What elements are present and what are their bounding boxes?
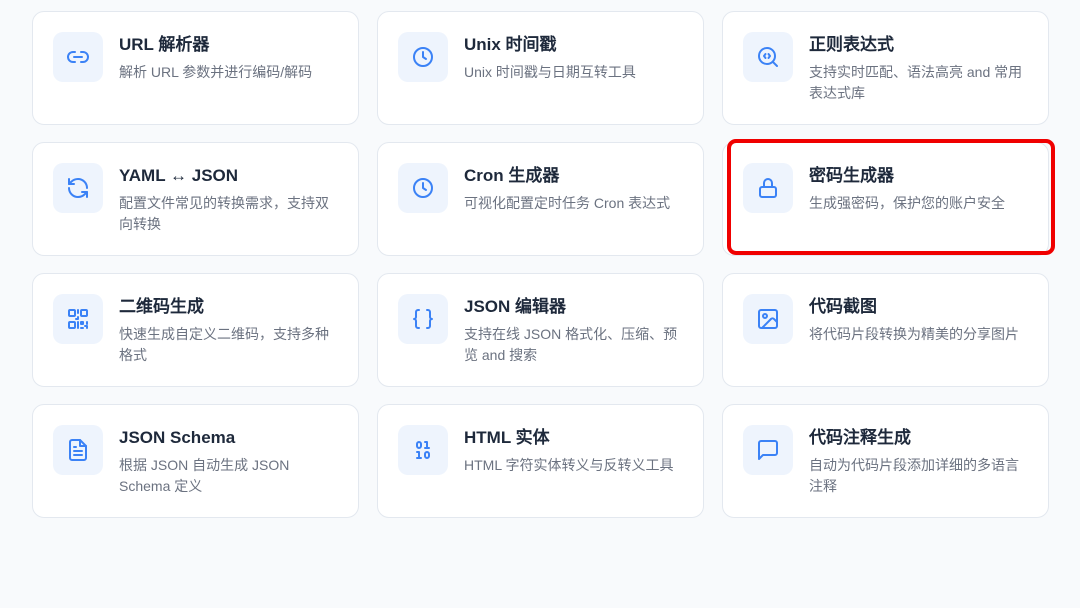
clock-icon xyxy=(398,163,448,213)
tool-grid: URL 解析器 解析 URL 参数并进行编码/解码 Unix 时间戳 Unix … xyxy=(32,11,1049,518)
tool-card-json-editor[interactable]: JSON 编辑器 支持在线 JSON 格式化、压缩、预览 and 搜索 xyxy=(377,273,704,387)
braces-icon xyxy=(398,294,448,344)
tool-card-code-comment[interactable]: 代码注释生成 自动为代码片段添加详细的多语言注释 xyxy=(722,404,1049,518)
tool-description: 生成强密码，保护您的账户安全 xyxy=(809,195,1005,211)
image-icon xyxy=(743,294,793,344)
tool-card-regex[interactable]: 正则表达式 支持实时匹配、语法高亮 and 常用表达式库 xyxy=(722,11,1049,125)
tool-card-password[interactable]: 密码生成器 生成强密码，保护您的账户安全 xyxy=(722,142,1049,256)
binary-icon xyxy=(398,425,448,475)
tool-description: 解析 URL 参数并进行编码/解码 xyxy=(119,64,313,80)
tool-title: HTML 实体 xyxy=(464,428,550,447)
tool-title: 密码生成器 xyxy=(809,166,894,185)
tool-description: Unix 时间戳与日期互转工具 xyxy=(464,64,636,80)
file-text-icon xyxy=(53,425,103,475)
tool-description: 自动为代码片段添加详细的多语言注释 xyxy=(809,457,1019,494)
tool-card-cron[interactable]: Cron 生成器 可视化配置定时任务 Cron 表达式 xyxy=(377,142,704,256)
search-code-icon xyxy=(743,32,793,82)
tool-description: 快速生成自定义二维码，支持多种格式 xyxy=(119,326,329,363)
tool-card-unix-timestamp[interactable]: Unix 时间戳 Unix 时间戳与日期互转工具 xyxy=(377,11,704,125)
tool-description: 配置文件常见的转换需求，支持双向转换 xyxy=(119,195,329,232)
tool-description: 根据 JSON 自动生成 JSON Schema 定义 xyxy=(119,457,290,494)
tool-title: 二维码生成 xyxy=(119,297,204,316)
tool-card-code-screenshot[interactable]: 代码截图 将代码片段转换为精美的分享图片 xyxy=(722,273,1049,387)
tool-title: Unix 时间戳 xyxy=(464,35,557,54)
refresh-icon xyxy=(53,163,103,213)
tool-card-yaml-json[interactable]: YAML ↔ JSON 配置文件常见的转换需求，支持双向转换 xyxy=(32,142,359,256)
tool-card-json-schema[interactable]: JSON Schema 根据 JSON 自动生成 JSON Schema 定义 xyxy=(32,404,359,518)
tool-description: 支持实时匹配、语法高亮 and 常用表达式库 xyxy=(809,64,1023,101)
tool-card-url-parser[interactable]: URL 解析器 解析 URL 参数并进行编码/解码 xyxy=(32,11,359,125)
tool-title: 正则表达式 xyxy=(809,35,894,54)
tool-title: Cron 生成器 xyxy=(464,166,560,185)
lock-icon xyxy=(743,163,793,213)
tool-description: 支持在线 JSON 格式化、压缩、预览 and 搜索 xyxy=(464,326,678,363)
tool-title: JSON 编辑器 xyxy=(464,297,567,316)
tool-title: URL 解析器 xyxy=(119,35,210,54)
tool-description: 可视化配置定时任务 Cron 表达式 xyxy=(464,195,671,211)
message-square-icon xyxy=(743,425,793,475)
tool-title: 代码注释生成 xyxy=(809,428,911,447)
tool-card-html-entity[interactable]: HTML 实体 HTML 字符实体转义与反转义工具 xyxy=(377,404,704,518)
tool-card-qrcode[interactable]: 二维码生成 快速生成自定义二维码，支持多种格式 xyxy=(32,273,359,387)
tool-title: 代码截图 xyxy=(809,297,877,316)
tool-description: HTML 字符实体转义与反转义工具 xyxy=(464,457,674,473)
link-icon xyxy=(53,32,103,82)
clock-icon xyxy=(398,32,448,82)
qr-code-icon xyxy=(53,294,103,344)
tool-title: YAML ↔ JSON xyxy=(119,166,239,185)
tool-description: 将代码片段转换为精美的分享图片 xyxy=(809,326,1019,342)
tool-title: JSON Schema xyxy=(119,428,236,447)
